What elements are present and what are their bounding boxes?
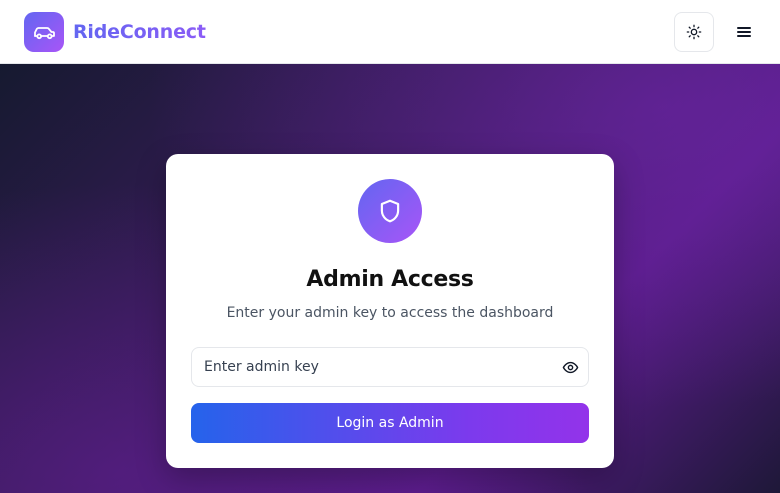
brand[interactable]: RideConnect [24, 11, 206, 52]
car-icon [24, 11, 64, 52]
card-subtitle: Enter your admin key to access the dashb… [226, 305, 554, 321]
admin-key-field [191, 347, 589, 387]
eye-icon[interactable] [552, 348, 588, 386]
hamburger-menu-icon [737, 26, 751, 38]
header-actions [674, 11, 756, 52]
top-navbar: RideConnect [0, 0, 780, 64]
login-as-admin-button[interactable]: Login as Admin [191, 403, 589, 443]
shield-icon [358, 179, 422, 243]
brand-name: RideConnect [73, 20, 206, 43]
theme-toggle-button[interactable] [674, 11, 714, 52]
admin-key-input[interactable] [192, 348, 552, 386]
card-title: Admin Access [306, 267, 474, 292]
menu-button[interactable] [732, 12, 756, 52]
sun-icon [686, 24, 702, 40]
admin-login-card: Admin Access Enter your admin key to acc… [166, 154, 614, 468]
